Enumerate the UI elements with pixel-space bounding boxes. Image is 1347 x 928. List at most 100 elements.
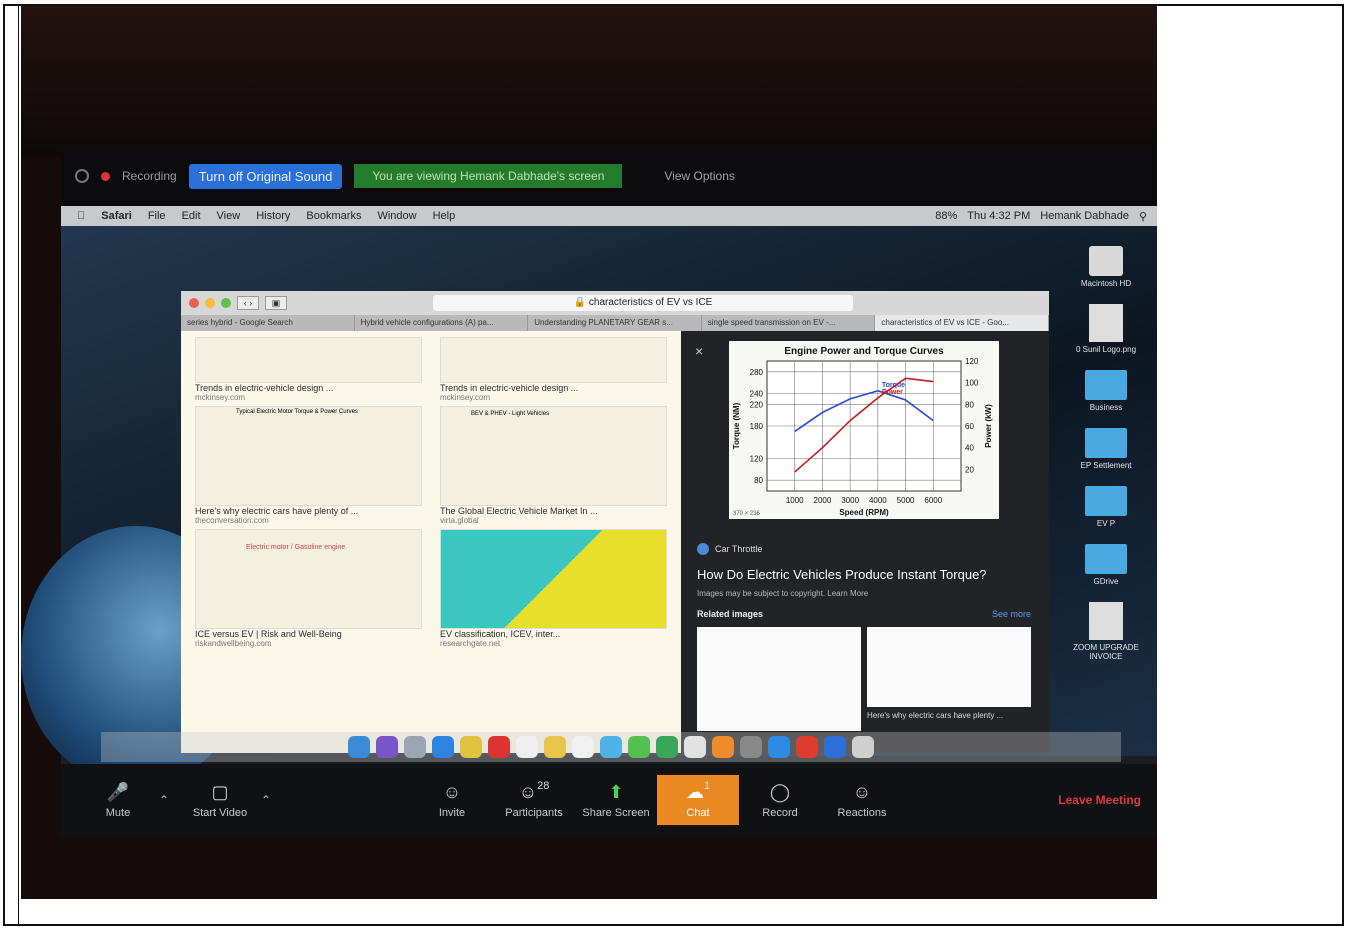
desktop-icon-gdrive[interactable]: GDrive xyxy=(1085,544,1127,586)
zoom-window-icon[interactable] xyxy=(221,298,231,308)
itunes-icon[interactable] xyxy=(684,736,706,758)
image-dimensions: 370 × 236 xyxy=(733,511,761,517)
desktop-icon-label: ZOOM UPGRADE INVOICE xyxy=(1073,643,1139,661)
result-thumbnail[interactable] xyxy=(440,337,667,383)
close-window-icon[interactable] xyxy=(189,298,199,308)
safari-content: Trends in electric-vehicle design ... mck… xyxy=(181,331,1049,753)
system-preferences-icon[interactable] xyxy=(740,736,762,758)
related-image-2[interactable] xyxy=(867,627,1031,707)
anydesk-icon[interactable] xyxy=(796,736,818,758)
numbers-icon[interactable] xyxy=(656,736,678,758)
related-image-1[interactable] xyxy=(697,627,861,731)
tab-single-speed[interactable]: single speed transmission on EV -... xyxy=(702,315,876,331)
tab-series-hybrid[interactable]: series hybrid - Google Search xyxy=(181,315,355,331)
result-title[interactable]: EV classification, ICEV, inter... xyxy=(440,629,667,639)
menu-bookmarks[interactable]: Bookmarks xyxy=(306,210,361,222)
result-title[interactable]: Here's why electric cars have plenty of … xyxy=(195,506,422,516)
notes-icon[interactable] xyxy=(516,736,538,758)
monitor-screen: Recording Turn off Original Sound You ar… xyxy=(21,146,1157,836)
chat-label: Chat xyxy=(686,807,710,819)
result-thumbnail[interactable] xyxy=(195,337,422,383)
preview-source[interactable]: Car Throttle xyxy=(697,543,762,555)
menu-view[interactable]: View xyxy=(217,210,241,222)
chrome-icon[interactable] xyxy=(460,736,482,758)
sidebar-icon[interactable]: ▣ xyxy=(265,296,287,310)
menu-help[interactable]: Help xyxy=(433,210,456,222)
audio-options-caret-icon[interactable]: ⌃ xyxy=(159,793,179,807)
invite-button[interactable]: ☺ Invite xyxy=(411,781,493,820)
desktop-icon-logo[interactable]: 0 Sunil Logo.png xyxy=(1076,304,1136,354)
hard-drive-icon xyxy=(1089,246,1123,276)
books-icon[interactable] xyxy=(712,736,734,758)
trash-icon[interactable] xyxy=(852,736,874,758)
app-store-icon[interactable] xyxy=(768,736,790,758)
result-thumbnail[interactable]: BEV & PHEV - Light Vehicles xyxy=(440,406,667,506)
result-card[interactable]: Typical Electric Motor Torque & Power Cu… xyxy=(195,406,422,525)
battery-label[interactable]: 88% xyxy=(935,210,957,223)
close-icon[interactable]: × xyxy=(695,343,703,359)
tab-planetary-gear[interactable]: Understanding PLANETARY GEAR s... xyxy=(528,315,702,331)
preview-chart[interactable]: 1000 2000 3000 4000 5000 6000 80 120 180 220 240 28… xyxy=(729,341,999,519)
apple-icon[interactable]:  xyxy=(77,210,85,222)
opera-icon[interactable] xyxy=(488,736,510,758)
clock-label[interactable]: Thu 4:32 PM xyxy=(967,210,1030,223)
desktop-icon-business[interactable]: Business xyxy=(1085,370,1127,412)
messages-icon[interactable] xyxy=(600,736,622,758)
mute-button[interactable]: 🎤 Mute xyxy=(77,781,159,820)
preview-title[interactable]: How Do Electric Vehicles Produce Instant… xyxy=(697,567,987,582)
menu-safari[interactable]: Safari xyxy=(101,210,132,222)
y-tick-label: 180 xyxy=(750,422,764,431)
stickies-icon[interactable] xyxy=(544,736,566,758)
result-card[interactable]: EV classification, ICEV, inter... researc… xyxy=(440,529,667,648)
desktop-icon-ev-p[interactable]: EV P xyxy=(1085,486,1127,528)
record-button[interactable]: ◯ Record xyxy=(739,781,821,820)
result-title[interactable]: The Global Electric Vehicle Market In ..… xyxy=(440,506,667,516)
spotlight-icon[interactable]: ⚲ xyxy=(1139,210,1147,223)
result-source: researchgate.net xyxy=(440,639,501,648)
result-card[interactable]: Trends in electric-vehicle design ... mck… xyxy=(195,337,422,402)
calendar-icon[interactable] xyxy=(572,736,594,758)
zoom-top-bar: Recording Turn off Original Sound You ar… xyxy=(61,146,1157,206)
start-video-button[interactable]: ▢ Start Video xyxy=(179,781,261,820)
safari-icon[interactable] xyxy=(432,736,454,758)
result-title[interactable]: ICE versus EV | Risk and Well-Being xyxy=(195,629,422,639)
result-thumbnail[interactable]: Electric motor / Gasoline engine xyxy=(195,529,422,629)
siri-icon[interactable] xyxy=(376,736,398,758)
menu-edit[interactable]: Edit xyxy=(182,210,201,222)
desktop-icon-zoom-invoice[interactable]: ZOOM UPGRADE INVOICE xyxy=(1061,602,1151,661)
user-label[interactable]: Hemank Dabhade xyxy=(1040,210,1129,223)
share-screen-button[interactable]: ⬆ Share Screen xyxy=(575,781,657,820)
zoom-icon[interactable] xyxy=(824,736,846,758)
desktop-icon-macintosh-hd[interactable]: Macintosh HD xyxy=(1081,246,1131,288)
tab-hybrid-configurations[interactable]: Hybrid vehicle configurations (A) pa... xyxy=(355,315,529,331)
back-forward-button[interactable]: ‹ › xyxy=(237,296,259,310)
result-title[interactable]: Trends in electric-vehicle design ... xyxy=(195,383,422,393)
reactions-button[interactable]: ☺ Reactions xyxy=(821,781,903,820)
participants-button[interactable]: ☺ 28 Participants xyxy=(493,780,575,819)
related-image-2-caption[interactable]: Here's why electric cars have plenty ... xyxy=(867,711,1003,720)
y2-tick-label: 80 xyxy=(965,400,974,409)
minimize-window-icon[interactable] xyxy=(205,298,215,308)
address-bar[interactable]: 🔒 characteristics of EV vs ICE xyxy=(433,295,853,311)
result-title[interactable]: Trends in electric-vehicle design ... xyxy=(440,383,667,393)
result-thumbnail[interactable] xyxy=(440,529,667,629)
turn-off-original-sound-button[interactable]: Turn off Original Sound xyxy=(188,163,343,189)
finder-icon[interactable] xyxy=(348,736,370,758)
leave-meeting-button[interactable]: Leave Meeting xyxy=(1058,793,1141,807)
menu-window[interactable]: Window xyxy=(377,210,416,222)
see-more-link[interactable]: See more xyxy=(992,609,1031,619)
video-options-caret-icon[interactable]: ⌃ xyxy=(261,793,281,807)
result-thumbnail[interactable]: Typical Electric Motor Torque & Power Cu… xyxy=(195,406,422,506)
result-card[interactable]: BEV & PHEV - Light Vehicles The Global El… xyxy=(440,406,667,525)
view-options-menu[interactable]: View Options xyxy=(664,169,734,183)
menu-history[interactable]: History xyxy=(256,210,290,222)
launchpad-icon[interactable] xyxy=(404,736,426,758)
desktop-icon-ep-settlement[interactable]: EP Settlement xyxy=(1081,428,1132,470)
menu-file[interactable]: File xyxy=(148,210,166,222)
result-card[interactable]: Trends in electric-vehicle design ... mck… xyxy=(440,337,667,402)
result-card[interactable]: Electric motor / Gasoline engine ICE vers… xyxy=(195,529,422,648)
desktop-icon-label: Business xyxy=(1089,403,1123,412)
chat-button[interactable]: ☁ 1 Chat xyxy=(657,775,739,825)
tab-characteristics[interactable]: characteristics of EV vs ICE - Goo... xyxy=(875,315,1049,331)
facetime-icon[interactable] xyxy=(628,736,650,758)
